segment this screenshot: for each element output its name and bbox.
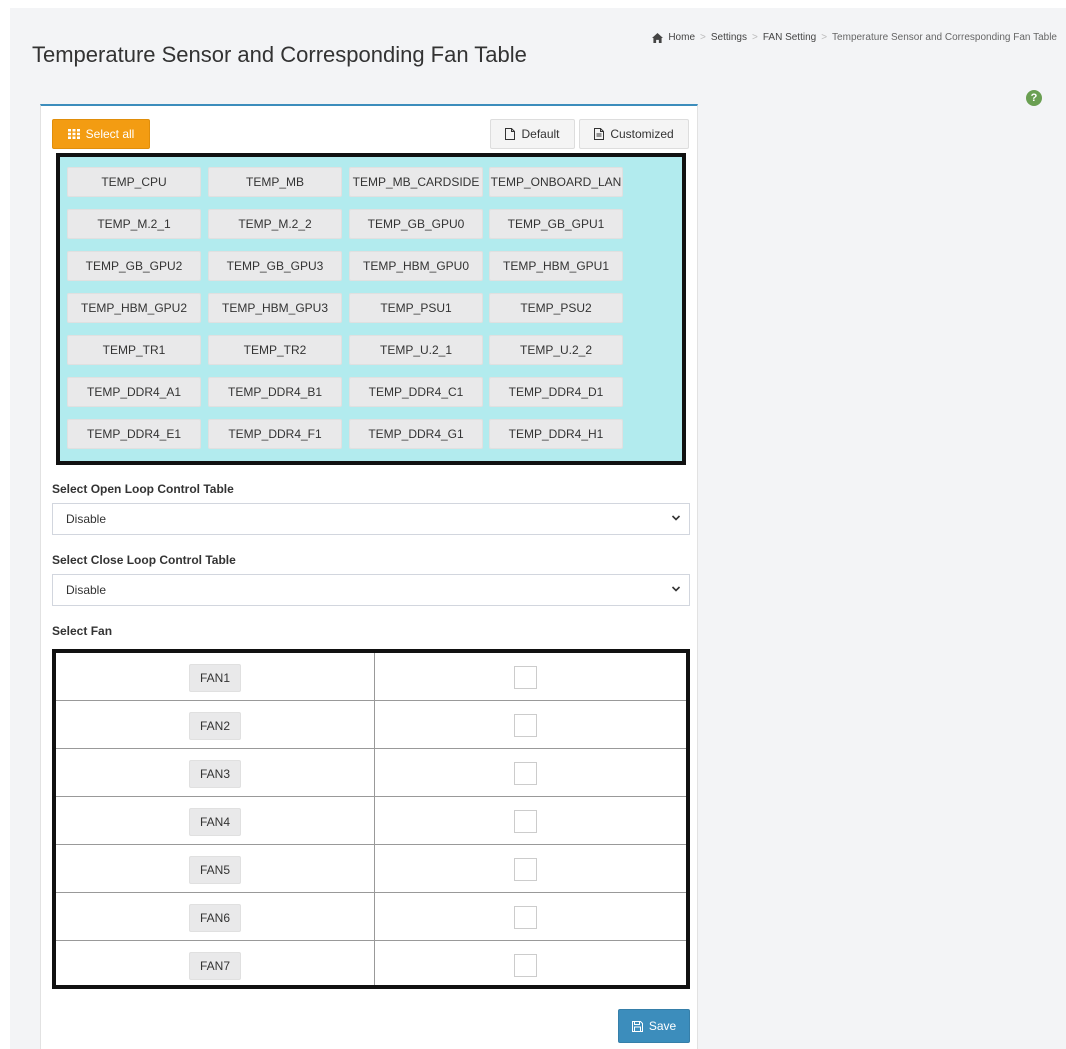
sensor-button[interactable]: TEMP_HBM_GPU2 xyxy=(67,293,201,323)
save-label: Save xyxy=(648,1019,677,1033)
fan-row: FAN2 xyxy=(56,701,686,749)
close-loop-select[interactable]: Disable xyxy=(52,574,690,606)
sensor-button[interactable]: TEMP_M.2_2 xyxy=(208,209,342,239)
sensor-button[interactable]: TEMP_HBM_GPU0 xyxy=(349,251,483,281)
chevron-down-icon xyxy=(671,586,681,592)
fan-row: FAN3 xyxy=(56,749,686,797)
open-loop-select[interactable]: Disable xyxy=(52,503,690,535)
sensor-button[interactable]: TEMP_GB_GPU3 xyxy=(208,251,342,281)
sensor-button[interactable]: TEMP_DDR4_D1 xyxy=(489,377,623,407)
fan-button[interactable]: FAN3 xyxy=(189,760,241,788)
sensor-button[interactable]: TEMP_HBM_GPU1 xyxy=(489,251,623,281)
page-title: Temperature Sensor and Corresponding Fan… xyxy=(32,42,527,67)
sensor-button[interactable]: TEMP_DDR4_B1 xyxy=(208,377,342,407)
open-loop-value: Disable xyxy=(66,512,107,526)
breadcrumb-fan-setting[interactable]: FAN Setting xyxy=(763,32,816,43)
sensor-button[interactable]: TEMP_PSU2 xyxy=(489,293,623,323)
breadcrumb-separator: > xyxy=(700,32,706,43)
fan-row: FAN7 xyxy=(56,941,686,989)
close-loop-label: Select Close Loop Control Table xyxy=(52,553,236,567)
sensor-button[interactable]: TEMP_DDR4_G1 xyxy=(349,419,483,449)
fan-row: FAN6 xyxy=(56,893,686,941)
select-fan-label: Select Fan xyxy=(52,624,113,638)
sensor-button[interactable]: TEMP_DDR4_H1 xyxy=(489,419,623,449)
default-button[interactable]: Default xyxy=(490,119,575,149)
select-all-label: Select all xyxy=(85,127,135,141)
customized-label: Customized xyxy=(610,127,674,141)
chevron-down-icon xyxy=(671,515,681,521)
sensor-button[interactable]: TEMP_DDR4_C1 xyxy=(349,377,483,407)
fan-button[interactable]: FAN4 xyxy=(189,808,241,836)
save-icon xyxy=(631,1020,643,1032)
sensor-button[interactable]: TEMP_TR1 xyxy=(67,335,201,365)
sensor-button[interactable]: TEMP_U.2_2 xyxy=(489,335,623,365)
fan-button[interactable]: FAN2 xyxy=(189,712,241,740)
breadcrumb: Home > Settings > FAN Setting > Temperat… xyxy=(652,32,1057,43)
sensor-button[interactable]: TEMP_MB_CARDSIDE xyxy=(349,167,483,197)
breadcrumb-separator: > xyxy=(752,32,758,43)
file-text-icon xyxy=(594,128,605,140)
question-circle-icon[interactable]: ? xyxy=(1026,90,1042,106)
customized-button[interactable]: Customized xyxy=(579,119,689,149)
sensor-button[interactable]: TEMP_DDR4_E1 xyxy=(67,419,201,449)
sensor-button[interactable]: TEMP_PSU1 xyxy=(349,293,483,323)
save-button[interactable]: Save xyxy=(618,1009,690,1043)
sensor-button[interactable]: TEMP_GB_GPU1 xyxy=(489,209,623,239)
sensor-button[interactable]: TEMP_DDR4_A1 xyxy=(67,377,201,407)
fan-row: FAN1 xyxy=(56,653,686,701)
fan-checkbox[interactable] xyxy=(514,810,537,833)
sensor-button[interactable]: TEMP_ONBOARD_LAN xyxy=(489,167,623,197)
fan-checkbox[interactable] xyxy=(514,762,537,785)
fan-button[interactable]: FAN1 xyxy=(189,664,241,692)
sensor-button[interactable]: TEMP_CPU xyxy=(67,167,201,197)
sensor-button[interactable]: TEMP_MB xyxy=(208,167,342,197)
fan-checkbox[interactable] xyxy=(514,906,537,929)
home-icon xyxy=(652,32,664,43)
grid-icon xyxy=(67,129,80,139)
fan-button[interactable]: FAN7 xyxy=(189,952,241,980)
sensor-button[interactable]: TEMP_M.2_1 xyxy=(67,209,201,239)
fan-checkbox[interactable] xyxy=(514,714,537,737)
fan-table: FAN1 FAN2 FAN3 FAN4 FAN5 FAN6 FAN7 xyxy=(52,649,690,989)
breadcrumb-settings[interactable]: Settings xyxy=(711,32,747,43)
sensor-button[interactable]: TEMP_HBM_GPU3 xyxy=(208,293,342,323)
sensor-button[interactable]: TEMP_U.2_1 xyxy=(349,335,483,365)
select-all-button[interactable]: Select all xyxy=(52,119,150,149)
sensor-grid: TEMP_CPU TEMP_MB TEMP_MB_CARDSIDE TEMP_ONBO… xyxy=(56,153,686,465)
main-panel: Select all Default Customized TEMP_CPU TE… xyxy=(40,104,698,1049)
fan-checkbox[interactable] xyxy=(514,954,537,977)
fan-row: FAN5 xyxy=(56,845,686,893)
sensor-button[interactable]: TEMP_TR2 xyxy=(208,335,342,365)
breadcrumb-home[interactable]: Home xyxy=(668,32,695,43)
fan-checkbox[interactable] xyxy=(514,858,537,881)
fan-button[interactable]: FAN5 xyxy=(189,856,241,884)
default-label: Default xyxy=(521,127,560,141)
close-loop-value: Disable xyxy=(66,583,107,597)
open-loop-label: Select Open Loop Control Table xyxy=(52,482,234,496)
breadcrumb-separator: > xyxy=(821,32,828,43)
sensor-button[interactable]: TEMP_DDR4_F1 xyxy=(208,419,342,449)
fan-checkbox[interactable] xyxy=(514,666,537,689)
sensor-button[interactable]: TEMP_GB_GPU2 xyxy=(67,251,201,281)
breadcrumb-current: Temperature Sensor and Corresponding Fan… xyxy=(832,32,1057,43)
sensor-button[interactable]: TEMP_GB_GPU0 xyxy=(349,209,483,239)
file-icon xyxy=(505,128,516,140)
fan-button[interactable]: FAN6 xyxy=(189,904,241,932)
fan-row: FAN4 xyxy=(56,797,686,845)
